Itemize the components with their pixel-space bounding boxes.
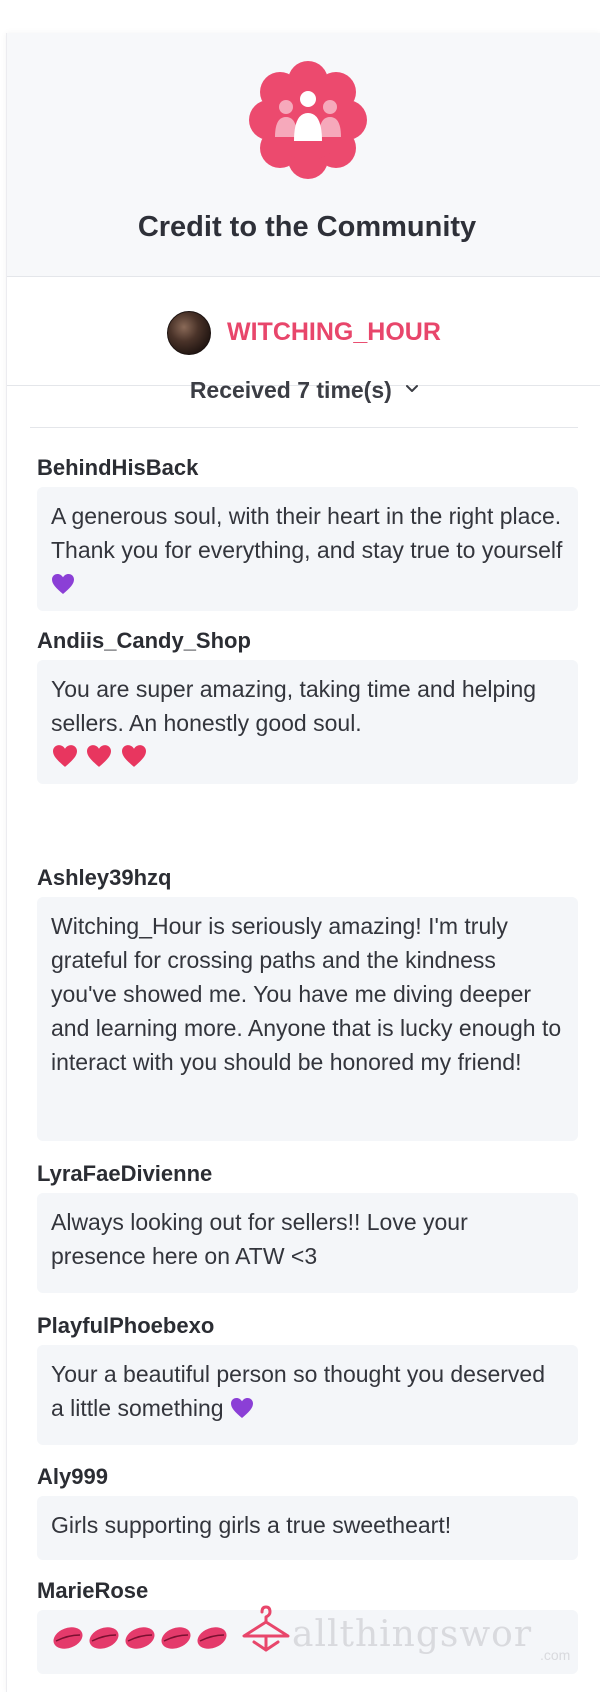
entry-message-text: Girls supporting girls a true sweetheart… — [51, 1512, 452, 1538]
entry-message-text: You are super amazing, taking time and h… — [51, 676, 537, 736]
page-title: Credit to the Community — [137, 211, 477, 243]
entry-author[interactable]: Andiis_Candy_Shop — [37, 628, 251, 654]
entry-message: Witching_Hour is seriously amazing! I'm … — [37, 897, 578, 1141]
entry-message: Always looking out for sellers!! Love yo… — [37, 1193, 578, 1293]
entry-author[interactable]: Aly999 — [37, 1464, 108, 1490]
entry-message-text: Witching_Hour is seriously amazing! I'm … — [51, 913, 562, 1075]
card-header: Credit to the Community — [7, 33, 600, 277]
community-badge-icon — [249, 61, 367, 179]
entry-author[interactable]: PlayfulPhoebexo — [37, 1313, 214, 1339]
received-count-label: Received 7 time(s) — [189, 377, 392, 403]
entry-message: Girls supporting girls a true sweetheart… — [37, 1496, 578, 1560]
entry-message — [37, 1610, 578, 1674]
heart-icon — [53, 745, 77, 767]
purple-heart-icon — [52, 574, 74, 594]
avatar[interactable] — [167, 311, 211, 355]
received-toggle[interactable]: Received 7 time(s) — [30, 355, 578, 428]
entry-message-text: Always looking out for sellers!! Love yo… — [51, 1209, 468, 1269]
kiss-lips-icon — [53, 1627, 227, 1649]
entry-message: You are super amazing, taking time and h… — [37, 660, 578, 784]
heart-icon — [121, 745, 146, 767]
chevron-down-icon — [406, 385, 419, 392]
entry-message-text: Your a beautiful person so thought you d… — [51, 1361, 546, 1421]
heart-icon — [87, 745, 112, 767]
entry-author[interactable]: Ashley39hzq — [37, 865, 172, 891]
received-toggle-inner[interactable]: Received 7 time(s) — [30, 377, 578, 404]
entry-author[interactable]: BehindHisBack — [37, 455, 198, 481]
entry-message: Your a beautiful person so thought you d… — [37, 1345, 578, 1445]
entry-author[interactable]: LyraFaeDivienne — [37, 1161, 212, 1187]
entry-author[interactable]: MarieRose — [37, 1578, 148, 1604]
entry-message-text: A generous soul, with their heart in the… — [51, 503, 563, 563]
purple-heart-icon — [230, 1398, 253, 1418]
entry-message: A generous soul, with their heart in the… — [37, 487, 578, 611]
recipient-username[interactable]: WITCHING_HOUR — [227, 318, 441, 347]
